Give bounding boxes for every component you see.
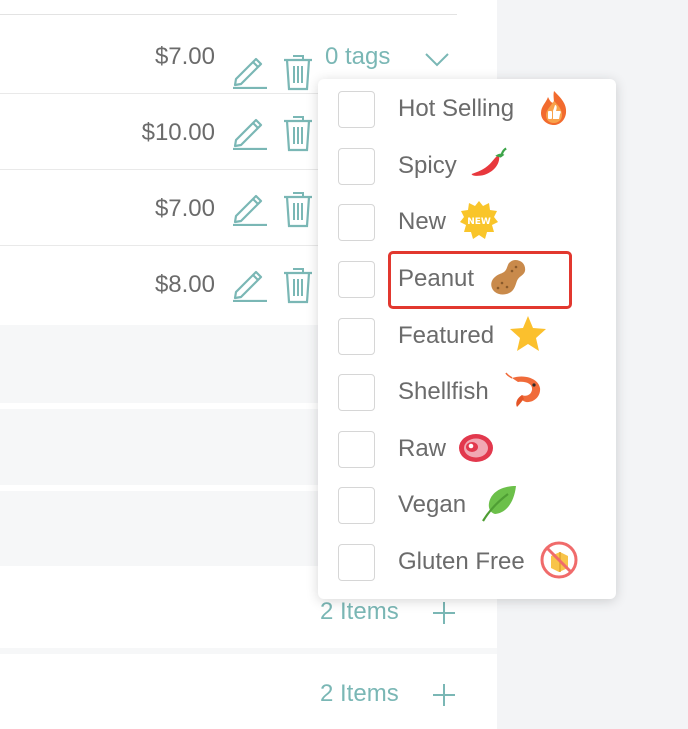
checkbox[interactable] [338, 261, 375, 298]
tag-option-shellfish[interactable]: Shellfish [318, 364, 616, 414]
chili-pepper-icon [471, 147, 507, 176]
edit-pencil-icon[interactable] [231, 53, 269, 89]
tag-option-spicy[interactable]: Spicy [318, 138, 616, 188]
checkbox[interactable] [338, 91, 375, 128]
tag-option-label: Vegan [398, 491, 467, 518]
price-label: $7.00 [154, 195, 215, 222]
checkbox[interactable] [338, 487, 375, 524]
checkbox[interactable] [338, 318, 375, 355]
gluten-free-icon [540, 541, 578, 579]
chevron-down-icon[interactable] [424, 51, 450, 67]
tag-option-label: New [398, 208, 447, 235]
star-icon [510, 316, 546, 351]
tag-option-vegan[interactable]: Vegan [318, 477, 616, 527]
trash-icon[interactable] [282, 53, 314, 91]
trash-icon[interactable] [282, 190, 314, 228]
checkbox[interactable] [338, 431, 375, 468]
tag-option-label: Spicy [398, 152, 457, 179]
tag-option-label: Raw [398, 435, 447, 462]
raw-meat-icon [459, 434, 493, 462]
tags-dropdown-trigger[interactable]: 0 tags [325, 43, 390, 71]
new-badge-text: NEW [467, 217, 491, 227]
price-label: $10.00 [141, 119, 215, 146]
plus-icon[interactable] [432, 683, 456, 707]
items-count-link[interactable]: 2 Items [320, 598, 399, 626]
edit-pencil-icon[interactable] [231, 266, 269, 302]
price-label: $7.00 [154, 43, 215, 70]
new-badge-icon: NEW [460, 201, 498, 239]
items-row: 2 Items [0, 654, 497, 729]
price-label: $8.00 [154, 271, 215, 298]
trash-icon[interactable] [282, 266, 314, 304]
checkbox[interactable] [338, 544, 375, 581]
tag-option-raw[interactable]: Raw [318, 421, 616, 471]
shrimp-icon [505, 372, 541, 407]
checkbox[interactable] [338, 148, 375, 185]
plus-icon[interactable] [432, 601, 456, 625]
tag-option-gluten-free[interactable]: Gluten Free [318, 534, 616, 584]
leaf-icon [482, 486, 516, 522]
tag-option-hot-selling[interactable]: Hot Selling [318, 81, 616, 131]
checkbox[interactable] [338, 204, 375, 241]
checkbox[interactable] [338, 374, 375, 411]
tag-option-label: Gluten Free [398, 548, 525, 575]
tag-option-label: Shellfish [398, 378, 489, 405]
edit-pencil-icon[interactable] [231, 114, 269, 150]
tags-dropdown-menu: Hot Selling Spicy New NEW Peanut Feature… [318, 79, 616, 599]
trash-icon[interactable] [282, 114, 314, 152]
fire-thumbs-up-icon [541, 91, 567, 125]
tag-option-featured[interactable]: Featured [318, 308, 616, 358]
peanut-highlight-box [388, 251, 572, 309]
items-count-link[interactable]: 2 Items [320, 680, 399, 708]
edit-pencil-icon[interactable] [231, 190, 269, 226]
tag-option-label: Hot Selling [398, 95, 515, 122]
tag-option-new[interactable]: New NEW [318, 194, 616, 244]
tag-option-label: Featured [398, 322, 495, 349]
